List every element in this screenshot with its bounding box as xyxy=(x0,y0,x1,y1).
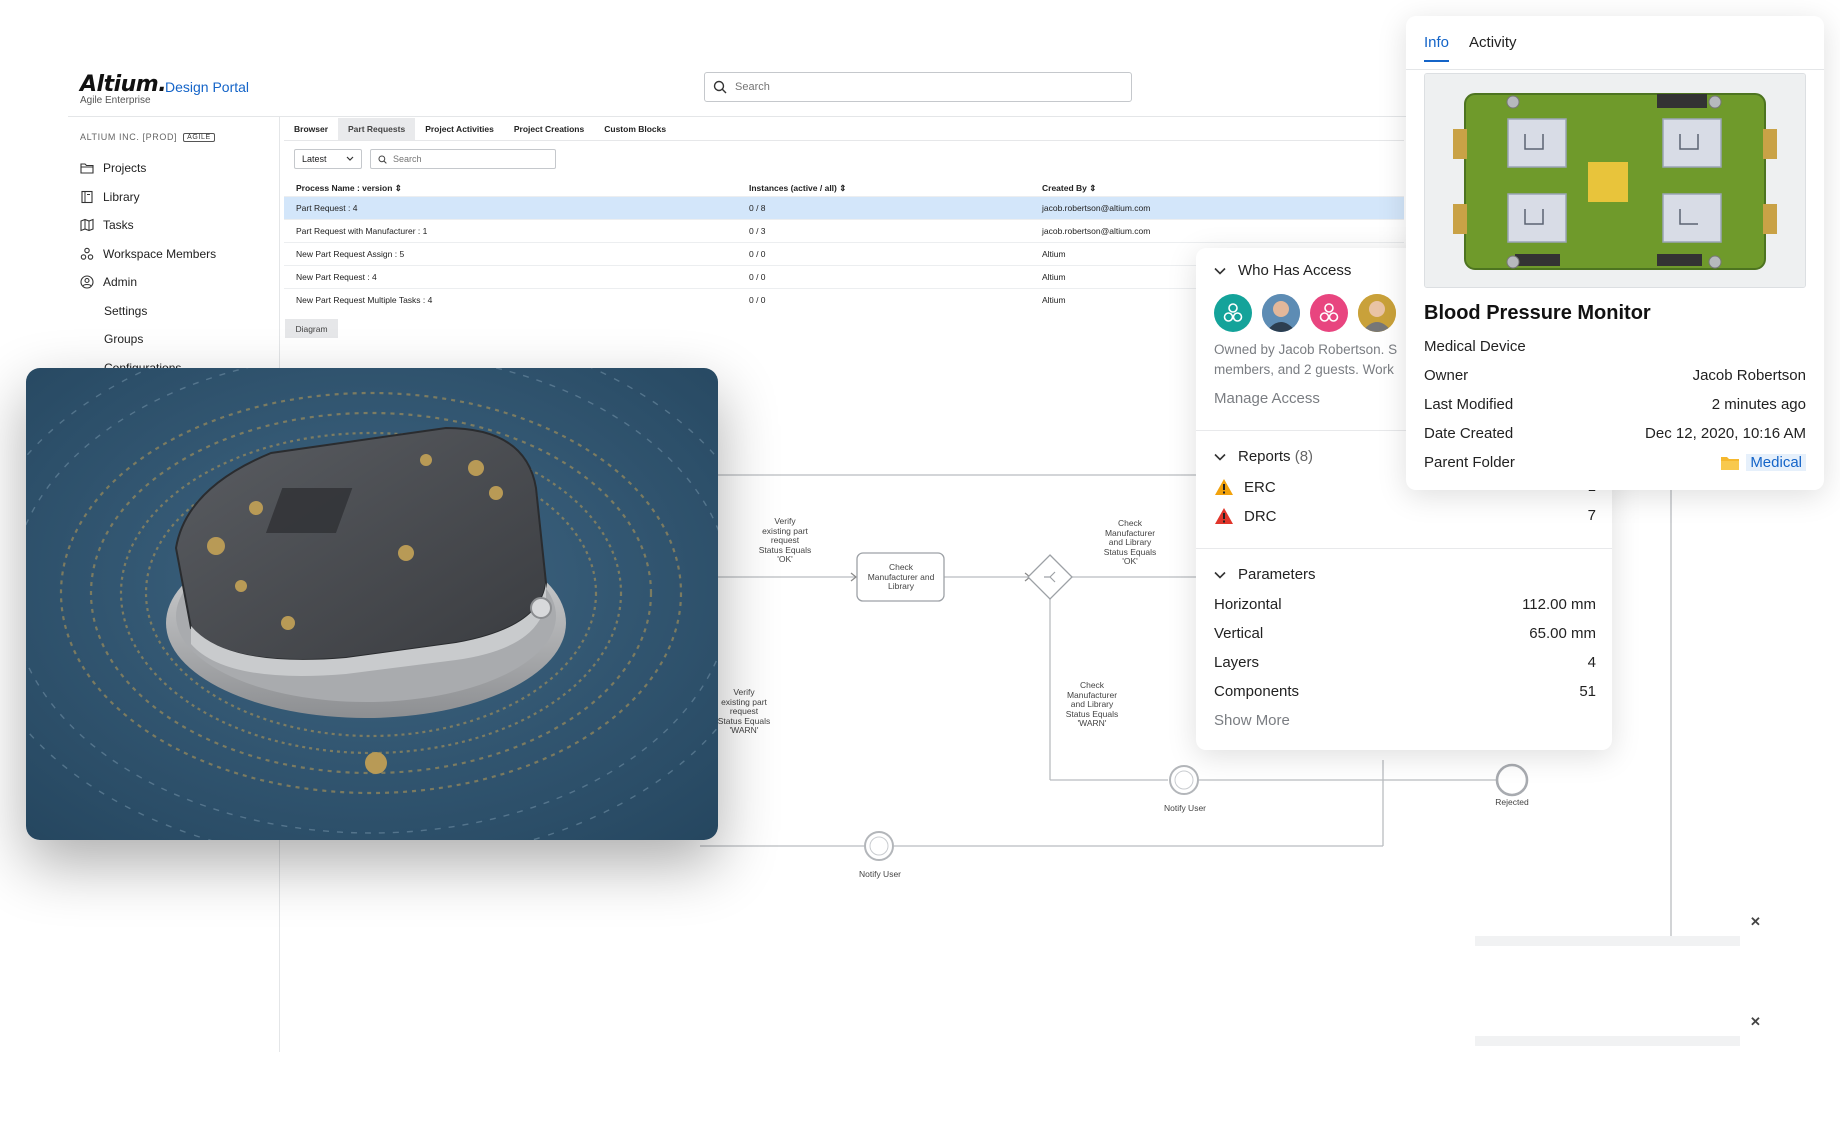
parameter-row: Horizontal 112.00 mm xyxy=(1214,596,1596,613)
notify-user-node[interactable] xyxy=(864,831,894,861)
label-verify-ok: Verify existing part request Status Equa… xyxy=(758,516,812,564)
screen: Altium. Agile Enterprise Design Portal A… xyxy=(0,0,1840,1136)
label-check-warn: Check Manufacturer and Library Status Eq… xyxy=(1065,680,1119,728)
owner-description-cont: members, and 2 guests. Work xyxy=(1214,362,1394,377)
gateway-diamond[interactable] xyxy=(1027,554,1073,600)
parameters-title: Parameters xyxy=(1238,566,1316,583)
folder-icon xyxy=(1721,456,1740,470)
info-tabs-divider xyxy=(1406,69,1824,70)
info-value: Jacob Robertson xyxy=(1692,367,1806,384)
parameter-value: 51 xyxy=(1579,683,1596,700)
user-photo-icon xyxy=(1358,294,1396,332)
info-row-parent-folder: Parent Folder Medical xyxy=(1424,454,1806,471)
label-check-task: Check Manufacturer and Library xyxy=(867,562,935,591)
parameter-name: Vertical xyxy=(1214,625,1264,642)
info-label: Owner xyxy=(1424,367,1469,384)
chevron-down-icon xyxy=(1214,453,1226,461)
parameter-value: 112.00 mm xyxy=(1522,596,1596,613)
chevron-down-icon xyxy=(1214,267,1226,275)
parameter-name: Layers xyxy=(1214,654,1260,671)
avatar[interactable] xyxy=(1262,294,1300,332)
avatar[interactable] xyxy=(1214,294,1252,332)
parameters-header[interactable]: Parameters xyxy=(1214,566,1316,583)
info-tabs: Info Activity xyxy=(1424,24,1517,62)
info-label: Date Created xyxy=(1424,425,1514,442)
parameter-name: Components xyxy=(1214,683,1300,700)
design-subtitle: Medical Device xyxy=(1424,338,1526,355)
info-value: Dec 12, 2020, 10:16 AM xyxy=(1645,425,1806,442)
show-more-link[interactable]: Show More xyxy=(1214,711,1290,731)
info-panel: Info Activity Blood Pressure Monitor Med… xyxy=(1406,16,1824,490)
section-divider xyxy=(1196,548,1612,549)
lower-pane-divider xyxy=(1475,936,1740,946)
report-name: DRC xyxy=(1244,507,1277,525)
chevron-down-icon xyxy=(1214,571,1226,579)
manage-access-link[interactable]: Manage Access xyxy=(1214,389,1320,409)
group-icon xyxy=(1319,303,1339,322)
parameter-row: Vertical 65.00 mm xyxy=(1214,625,1596,642)
label-check-ok: Check Manufacturer and Library Status Eq… xyxy=(1103,518,1157,566)
who-has-access-header[interactable]: Who Has Access xyxy=(1214,262,1351,279)
parameter-value: 65.00 mm xyxy=(1529,625,1596,642)
warning-icon xyxy=(1215,479,1233,495)
tab-info[interactable]: Info xyxy=(1424,24,1450,62)
info-value: 2 minutes ago xyxy=(1711,396,1806,413)
close-icon[interactable]: ✕ xyxy=(1750,914,1761,930)
parameter-row: Components 51 xyxy=(1214,683,1596,700)
label-notify-user: Notify User xyxy=(1163,803,1207,813)
notify-user-node[interactable] xyxy=(1169,765,1199,795)
owner-description: Owned by Jacob Robertson. S xyxy=(1214,342,1398,357)
error-icon xyxy=(1215,508,1233,524)
reports-header[interactable]: Reports (8) xyxy=(1214,448,1313,465)
who-has-access-title: Who Has Access xyxy=(1238,262,1352,279)
info-row-date-created: Date Created Dec 12, 2020, 10:16 AM xyxy=(1424,425,1806,442)
avatar[interactable] xyxy=(1358,294,1396,332)
reports-title: Reports xyxy=(1238,448,1291,465)
close-icon[interactable]: ✕ xyxy=(1750,1014,1761,1030)
info-label: Parent Folder xyxy=(1424,454,1515,471)
parent-folder-name: Medical xyxy=(1746,454,1806,471)
design-title: Blood Pressure Monitor xyxy=(1424,302,1651,324)
report-name: ERC xyxy=(1244,478,1276,496)
report-row-drc[interactable]: DRC 7 xyxy=(1214,507,1596,525)
tab-activity[interactable]: Activity xyxy=(1469,24,1517,62)
parameter-name: Horizontal xyxy=(1214,596,1282,613)
label-notify-user: Notify User xyxy=(858,869,902,879)
rejected-end-node[interactable] xyxy=(1495,763,1529,797)
group-icon xyxy=(1223,303,1243,322)
pcb-thumbnail[interactable] xyxy=(1424,73,1806,288)
access-avatars xyxy=(1214,294,1396,332)
avatar[interactable] xyxy=(1310,294,1348,332)
parameter-value: 4 xyxy=(1587,654,1596,671)
parameter-row: Layers 4 xyxy=(1214,654,1596,671)
info-label: Last Modified xyxy=(1424,396,1514,413)
parent-folder-link[interactable]: Medical xyxy=(1720,454,1806,471)
label-rejected: Rejected xyxy=(1495,797,1529,807)
lower-pane-divider xyxy=(1475,1036,1740,1046)
chip-photo xyxy=(26,368,718,840)
info-row-owner: Owner Jacob Robertson xyxy=(1424,367,1806,384)
label-verify-warn: Verify existing part request Status Equa… xyxy=(717,687,771,735)
info-row-last-modified: Last Modified 2 minutes ago xyxy=(1424,396,1806,413)
report-value: 7 xyxy=(1587,507,1596,524)
reports-count: (8) xyxy=(1294,448,1314,465)
user-photo-icon xyxy=(1262,294,1300,332)
